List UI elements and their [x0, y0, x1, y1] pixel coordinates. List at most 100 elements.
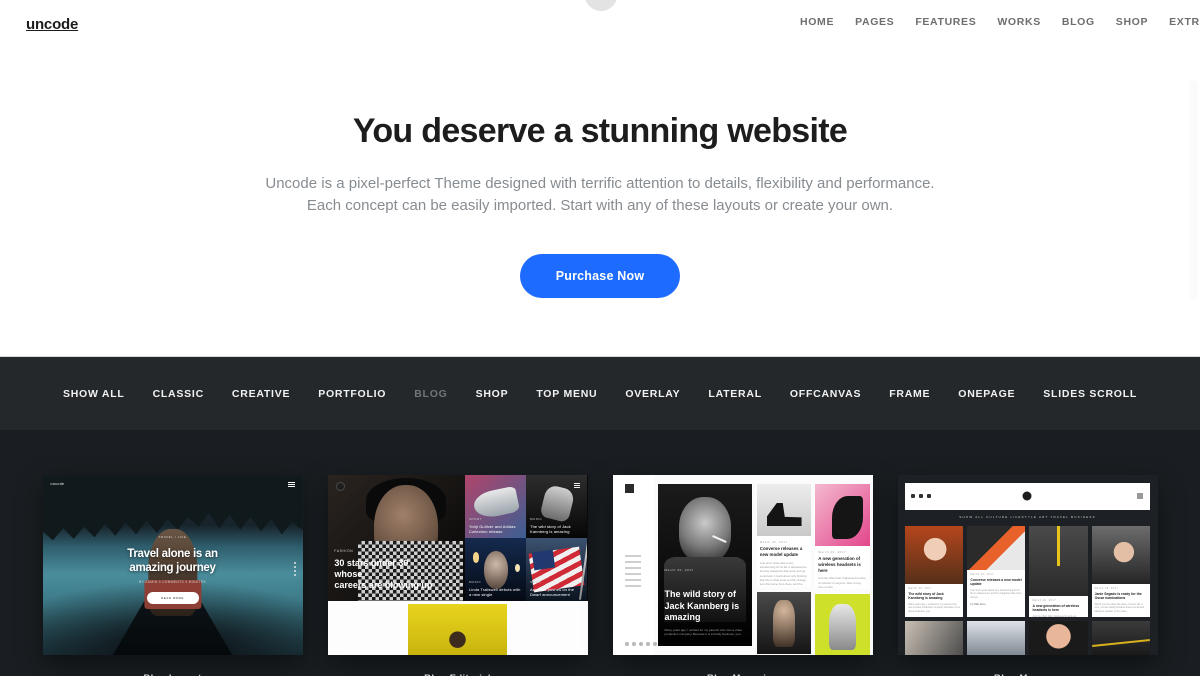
post-date: March 22, 2017 [970, 572, 995, 576]
hero-section: You deserve a stunning website Uncode is… [0, 48, 1200, 357]
editorial-tile-1-title: Yohji Gulliver and Adidas Collection rel… [468, 523, 516, 534]
editorial-tile-2-caption: MUSIC The wild story of Jack Kannberg is… [530, 516, 584, 534]
demo-thumbnail-blog-editorial[interactable]: FASHION 30 stars under 30 whose careers … [327, 475, 588, 656]
magazine-hero-title-line-2: Jack Kannberg is [664, 600, 740, 611]
filter-creative[interactable]: CREATIVE [218, 388, 304, 400]
post-image [756, 591, 812, 654]
masonry-item-7 [1029, 621, 1088, 656]
nav-item-blog[interactable]: BLOG [1062, 16, 1095, 28]
cta-wrapper: Purchase Now [0, 254, 1200, 356]
editorial-grid: FASHION 30 stars under 30 whose careers … [327, 475, 588, 602]
filter-portfolio[interactable]: PORTFOLIO [304, 388, 400, 400]
page-scrollbar[interactable] [1189, 80, 1198, 300]
post-date: March 20, 2017 [818, 550, 847, 555]
masonry-item-2: March 22, 2017 Converse releases a new m… [967, 525, 1026, 618]
demo-gallery: uncode TRAVEL / LIFE Travel alone is an … [0, 430, 1200, 676]
main-navigation: HOME PAGES FEATURES WORKS BLOG SHOP EXTR… [800, 16, 1200, 28]
hamburger-menu-icon [573, 483, 580, 489]
filter-onepage[interactable]: ONEPAGE [944, 388, 1029, 400]
post-text: March 22, 2017 Converse releases a new m… [967, 570, 1025, 609]
masonry-item-4: March 18, 2017 Janie Segado is ready for… [1091, 525, 1150, 618]
editorial-tile-2-eyebrow: MUSIC [530, 516, 543, 521]
editorial-tile-3-caption: MUSIC Linda Trailswell debuts with a new… [468, 579, 523, 597]
magazine-column-right: March 20, 2017 A new generation of wirel… [815, 484, 870, 656]
post-date: March 20, 2017 [908, 586, 932, 590]
category-filter-bar: SHOW ALL CLASSIC CREATIVE PORTFOLIO BLOG… [0, 356, 1200, 431]
post-text: March 20, 2017 A new generation of wirel… [1029, 596, 1087, 618]
magazine-hero-body: Many years ago, I worked for my parents … [664, 627, 743, 637]
filter-overlay[interactable]: OVERLAY [611, 388, 694, 400]
preview-logo-badge-icon [335, 482, 345, 492]
masonry-item-5 [905, 621, 964, 656]
demo-card-blog-magazine[interactable]: March 20, 2017 The wild story of Jack Ka… [612, 475, 873, 676]
nav-item-extra[interactable]: EXTRA [1169, 16, 1200, 28]
magazine-post-2: March 20, 2017 A new generation of wirel… [815, 484, 870, 590]
nav-item-works[interactable]: WORKS [997, 16, 1041, 28]
sidebar-menu-links [624, 554, 641, 587]
post-image [1029, 621, 1088, 656]
editorial-tile-3: MUSIC Linda Trailswell debuts with a new… [465, 538, 527, 602]
preview-brand-logo: uncode [50, 482, 65, 487]
editorial-tile-1: SPORT Yohji Gulliver and Adidas Collecti… [465, 475, 527, 539]
hero-subtitle: Uncode is a pixel-perfect Theme designed… [0, 173, 1200, 219]
post-image [1091, 621, 1150, 656]
magazine-post-1: March 22, 2017 Converse releases a new m… [756, 484, 812, 587]
demo-card-blog-impact[interactable]: uncode TRAVEL / LIFE Travel alone is an … [42, 475, 303, 676]
filter-shop[interactable]: SHOP [462, 388, 523, 400]
filter-show-all[interactable]: SHOW ALL [49, 388, 139, 400]
hero-subtitle-line-1: Uncode is a pixel-perfect Theme designed… [265, 174, 935, 192]
filter-frame[interactable]: FRAME [875, 388, 944, 400]
purchase-now-button[interactable]: Purchase Now [519, 254, 681, 299]
editorial-feature-caption: FASHION 30 stars under 30 whose careers … [334, 549, 435, 591]
filter-classic[interactable]: CLASSIC [139, 388, 218, 400]
editorial-tile-3-eyebrow: MUSIC [468, 579, 482, 584]
demo-thumbnail-blog-magazine[interactable]: March 20, 2017 The wild story of Jack Ka… [612, 475, 873, 656]
magazine-hero-post: March 20, 2017 The wild story of Jack Ka… [658, 484, 752, 647]
demo-card-blog-editorial[interactable]: FASHION 30 stars under 30 whose careers … [327, 475, 588, 676]
post-title: Converse releases a new model update [759, 546, 803, 557]
editorial-tile-4-eyebrow: NEWS [530, 579, 542, 584]
post-image [967, 621, 1026, 656]
filter-slides-scroll[interactable]: SLIDES SCROLL [1029, 388, 1151, 400]
magazine-hero-title-line-1: The wild story of [664, 589, 737, 600]
filter-lateral[interactable]: LATERAL [694, 388, 775, 400]
post-text: March 20, 2017 The wild story of Jack Ka… [905, 584, 963, 618]
post-title: The wild story of Jack Kannberg is amazi… [908, 591, 944, 601]
post-body: And the effect that I happened to write … [1032, 614, 1077, 618]
demo-card-blog-masonry[interactable]: SHOW ALL CULTURE LIFESTYLE ART TRAVEL BU… [897, 475, 1158, 676]
post-image [815, 594, 870, 656]
editorial-feature-tile: FASHION 30 stars under 30 whose careers … [327, 475, 466, 602]
post-image [1091, 525, 1150, 584]
hand-shape [539, 483, 577, 523]
preview-logo-icon [1022, 491, 1032, 501]
flag-canton-shape [531, 549, 555, 570]
post-date: March 20, 2017 [1032, 598, 1057, 602]
nav-item-pages[interactable]: PAGES [855, 16, 894, 28]
bokeh-light-2 [514, 563, 521, 573]
post-body: Many years ago, I worked for my parents … [908, 602, 960, 614]
brand-logo[interactable]: uncode [26, 16, 78, 33]
nav-item-shop[interactable]: SHOP [1116, 16, 1148, 28]
hamburger-menu-icon [287, 482, 295, 488]
post-image [756, 484, 812, 537]
masonry-item-6 [967, 621, 1026, 656]
post-title: A new generation of wireless headsets is… [818, 556, 861, 573]
nav-item-features[interactable]: FEATURES [915, 16, 976, 28]
slider-dots [293, 561, 296, 576]
demo-thumbnail-blog-impact[interactable]: uncode TRAVEL / LIFE Travel alone is an … [42, 475, 303, 656]
magazine-sidebar [612, 475, 657, 656]
filter-top-menu[interactable]: TOP MENU [522, 388, 611, 400]
masonry-item-1: March 20, 2017 The wild story of Jack Ka… [905, 525, 964, 618]
masonry-grid: March 20, 2017 The wild story of Jack Ka… [905, 525, 1150, 656]
top-scroll-pill[interactable] [584, 0, 618, 11]
filter-blog[interactable]: BLOG [400, 388, 461, 400]
demo-thumbnail-blog-masonry[interactable]: SHOW ALL CULTURE LIFESTYLE ART TRAVEL BU… [897, 475, 1158, 656]
post-date: March 22, 2017 [759, 540, 788, 545]
editorial-tile-4: NEWS Angelina pushes on the Dwarf announ… [526, 538, 588, 602]
filter-offcanvas[interactable]: OFFCANVAS [776, 388, 875, 400]
post-image [905, 525, 964, 584]
nav-item-home[interactable]: HOME [800, 16, 834, 28]
editorial-tile-4-caption: NEWS Angelina pushes on the Dwarf announ… [530, 579, 584, 597]
editorial-tile-2-title: The wild story of Jack Kannberg is amazi… [530, 523, 571, 534]
post-title: Converse releases a new model update [970, 577, 1022, 587]
